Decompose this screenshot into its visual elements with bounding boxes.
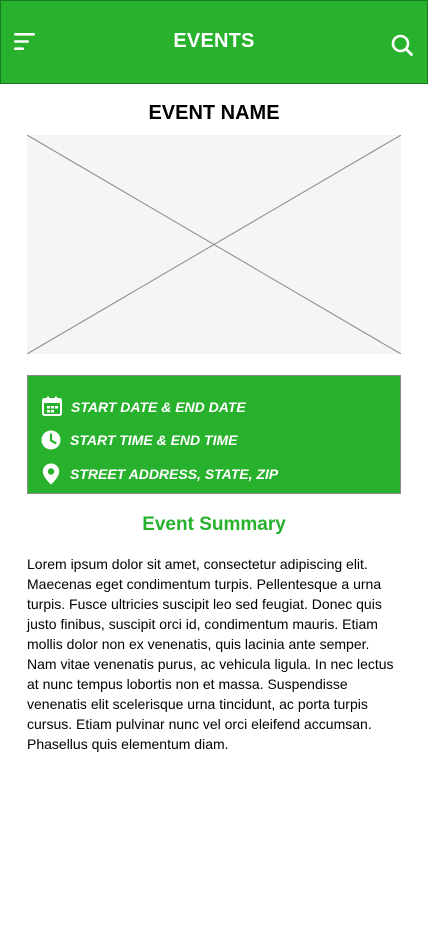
- clock-icon: [41, 430, 61, 450]
- time-row: START TIME & END TIME: [40, 428, 237, 452]
- date-label: START DATE & END DATE: [71, 399, 246, 415]
- location-row: STREET ADDRESS, STATE, ZIP: [40, 462, 278, 486]
- page-title: EVENTS: [173, 30, 255, 52]
- location-label: STREET ADDRESS, STATE, ZIP: [70, 466, 279, 482]
- event-details-box: START DATE & END DATE START TIME & END T…: [27, 375, 401, 494]
- image-placeholder-icon: [27, 135, 401, 354]
- event-name-heading: EVENT NAME: [148, 102, 280, 124]
- search-button[interactable]: [390, 33, 414, 57]
- summary-heading: Event Summary: [142, 514, 286, 535]
- summary-body: Lorem ipsum dolor sit amet, consectetur …: [27, 556, 394, 752]
- app-header: EVENTS: [0, 0, 428, 84]
- time-label: START TIME & END TIME: [70, 432, 238, 448]
- event-image-placeholder: [27, 135, 401, 354]
- location-pin-icon: [42, 463, 60, 485]
- calendar-icon: [42, 396, 62, 416]
- search-icon: [391, 34, 413, 56]
- date-row: START DATE & END DATE: [41, 395, 246, 419]
